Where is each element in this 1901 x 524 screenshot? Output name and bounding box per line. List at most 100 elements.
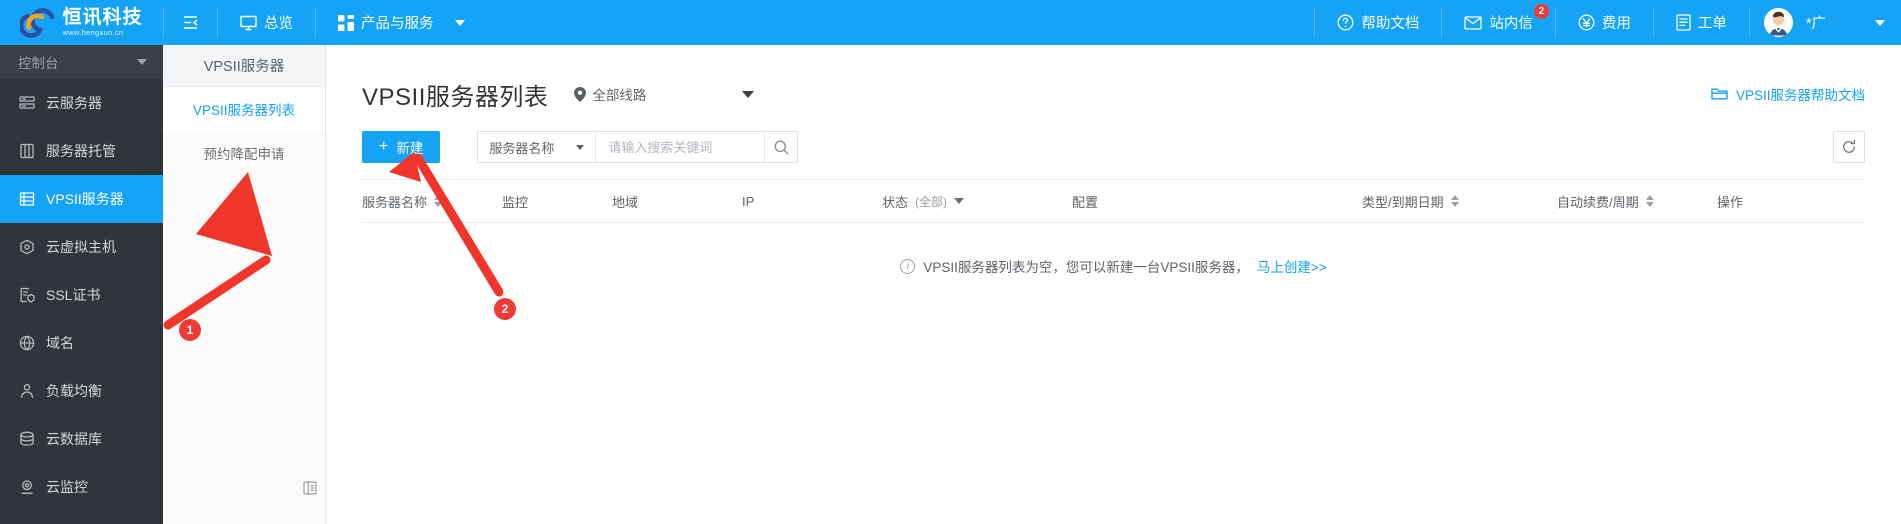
sidebar-item-label: 云监控 <box>46 477 88 497</box>
nav-billing-label: 费用 <box>1602 12 1631 33</box>
column-label: 配置 <box>1072 192 1098 211</box>
user-name: *广 <box>1806 12 1826 33</box>
nav-products-label: 产品与服务 <box>361 12 434 33</box>
column-server-name[interactable]: 服务器名称 <box>362 192 502 211</box>
create-new-label: 新建 <box>396 137 423 157</box>
sidebar-item-label: 负载均衡 <box>46 381 102 401</box>
sidebar-item-domain[interactable]: 域名 <box>0 319 163 367</box>
vps-icon <box>19 191 35 207</box>
globe-icon <box>19 335 35 351</box>
search-field-select[interactable]: 服务器名称 <box>478 132 596 162</box>
empty-state-row: i VPSII服务器列表为空，您可以新建一台VPSII服务器， 马上创建>> <box>362 223 1865 309</box>
column-configuration: 配置 <box>1072 192 1362 211</box>
header-spacer <box>487 0 1315 45</box>
column-label: 操作 <box>1717 192 1743 211</box>
sidebar-item-vpsii-server[interactable]: VPSII服务器 <box>0 175 163 223</box>
help-link-label: VPSII服务器帮助文档 <box>1736 84 1865 104</box>
refresh-button[interactable] <box>1833 131 1865 163</box>
column-label: IP <box>742 194 754 209</box>
server-table: 服务器名称 监控 地域 IP 状态 (全部) 配置 <box>326 171 1901 309</box>
folder-icon <box>1711 87 1728 101</box>
menu-collapse-icon <box>182 15 199 30</box>
sort-icon <box>1646 195 1654 207</box>
user-menu[interactable]: *广 <box>1750 0 1901 45</box>
server-icon <box>19 95 35 111</box>
yen-circle-icon <box>1578 14 1595 31</box>
nav-help-docs-label: 帮助文档 <box>1361 12 1419 33</box>
brand-logo[interactable]: 恒讯科技 www.hengxun.cn <box>0 0 163 45</box>
sidebar-item-label: 服务器托管 <box>46 141 116 161</box>
column-autorenew-cycle[interactable]: 自动续费/周期 <box>1557 192 1717 211</box>
sort-icon <box>434 195 442 207</box>
column-label: 监控 <box>502 192 528 211</box>
logo-url: www.hengxun.cn <box>62 28 123 38</box>
caret-down-icon <box>954 198 964 204</box>
sidebar-item-ssl-certificate[interactable]: SSL证书 <box>0 271 163 319</box>
column-label: 服务器名称 <box>362 192 427 211</box>
create-now-link[interactable]: 马上创建>> <box>1257 256 1327 276</box>
nav-tickets-label: 工单 <box>1698 12 1727 33</box>
subnav-item-downgrade-request[interactable]: 预约降配申请 <box>163 131 325 175</box>
console-switcher[interactable]: 控制台 <box>0 45 163 79</box>
column-type-expiry[interactable]: 类型/到期日期 <box>1362 192 1557 211</box>
toolbar: + 新建 服务器名称 <box>326 117 1901 171</box>
search-field-label: 服务器名称 <box>489 138 554 157</box>
search-button[interactable] <box>764 132 797 162</box>
location-pin-icon <box>574 87 586 102</box>
logo-name: 恒讯科技 <box>62 8 142 28</box>
cube-icon <box>19 239 35 255</box>
region-label: 全部线路 <box>592 84 646 104</box>
sidebar-item-label: 云虚拟主机 <box>46 237 116 257</box>
document-icon <box>1676 14 1691 31</box>
sidebar-collapse-button[interactable] <box>164 0 217 45</box>
column-actions: 操作 <box>1717 192 1837 211</box>
nav-billing[interactable]: 费用 <box>1556 0 1653 45</box>
column-monitor: 监控 <box>502 192 612 211</box>
monitor-icon <box>240 15 257 31</box>
nav-help-docs[interactable]: 帮助文档 <box>1315 0 1441 45</box>
sidebar-item-cloud-monitor[interactable]: 云监控 <box>0 463 163 511</box>
column-label: 自动续费/周期 <box>1557 192 1639 211</box>
column-region: 地域 <box>612 192 742 211</box>
balance-icon <box>19 383 35 399</box>
console-label: 控制台 <box>18 52 59 72</box>
nav-messages[interactable]: 站内信 2 <box>1442 0 1555 45</box>
sidebar-item-label: 云服务器 <box>46 93 102 113</box>
sidebar: 控制台 云服务器 服务器托管 <box>0 45 163 524</box>
column-sublabel: (全部) <box>915 193 947 210</box>
chevron-down-icon <box>1875 20 1885 26</box>
sidebar-item-server-hosting[interactable]: 服务器托管 <box>0 127 163 175</box>
chevron-down-icon <box>455 20 465 26</box>
empty-state-text: VPSII服务器列表为空，您可以新建一台VPSII服务器， <box>923 256 1249 276</box>
create-new-button[interactable]: + 新建 <box>362 131 440 163</box>
page-title: VPSII服务器列表 <box>362 77 548 112</box>
column-status[interactable]: 状态 (全部) <box>882 192 1072 211</box>
region-selector[interactable]: 全部线路 <box>574 84 754 104</box>
panel-collapse-icon[interactable] <box>300 478 320 498</box>
column-ip: IP <box>742 194 882 209</box>
search-input[interactable] <box>596 132 764 162</box>
sidebar-item-cloud-database[interactable]: 云数据库 <box>0 415 163 463</box>
nav-overview[interactable]: 总览 <box>218 0 315 45</box>
sidebar-item-cloud-server[interactable]: 云服务器 <box>0 79 163 127</box>
sub-navigation: VPSII服务器 VPSII服务器列表 预约降配申请 <box>163 45 326 524</box>
nav-products-services[interactable]: 产品与服务 <box>316 0 487 45</box>
top-header: 恒讯科技 www.hengxun.cn 总览 <box>0 0 1901 45</box>
main-content: VPSII服务器列表 全部线路 VPSII服 <box>326 45 1901 524</box>
subnav-title: VPSII服务器 <box>163 45 325 87</box>
page-header: VPSII服务器列表 全部线路 VPSII服 <box>326 45 1901 117</box>
sidebar-item-cloud-vhost[interactable]: 云虚拟主机 <box>0 223 163 271</box>
subnav-item-vpsii-server-list[interactable]: VPSII服务器列表 <box>163 87 325 131</box>
nav-tickets[interactable]: 工单 <box>1654 0 1749 45</box>
sidebar-item-load-balancer[interactable]: 负载均衡 <box>0 367 163 415</box>
app-root: 恒讯科技 www.hengxun.cn 总览 <box>0 0 1901 524</box>
vpsii-help-doc-link[interactable]: VPSII服务器帮助文档 <box>1711 84 1865 104</box>
subnav-item-label: 预约降配申请 <box>204 143 285 163</box>
nav-overview-label: 总览 <box>264 12 293 33</box>
column-label: 地域 <box>612 192 638 211</box>
messages-badge: 2 <box>1534 4 1549 19</box>
column-label: 状态 <box>882 192 908 211</box>
envelope-icon <box>1464 16 1482 30</box>
nav-messages-label: 站内信 <box>1489 12 1533 33</box>
caret-down-icon <box>576 145 584 150</box>
